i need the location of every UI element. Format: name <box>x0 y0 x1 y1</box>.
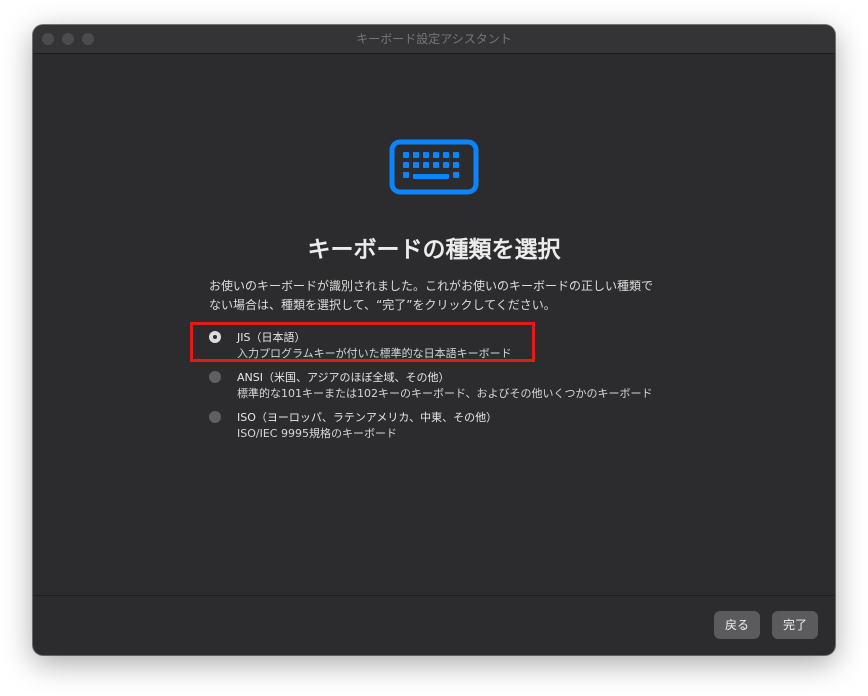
description-line-2: ない場合は、種類を選択して、“完了”をクリックしてください。 <box>209 298 556 312</box>
page-title: キーボードの種類を選択 <box>307 237 561 263</box>
option-iso-description: ISO/IEC 9995規格のキーボード <box>237 427 397 440</box>
title-bar[interactable]: キーボード設定アシスタント <box>33 25 835 54</box>
back-button[interactable]: 戻る <box>714 611 760 639</box>
option-ansi-description: 標準的な101キーまたは102キーのキーボード、およびその他いくつかのキーボード <box>237 387 653 400</box>
window-title: キーボード設定アシスタント <box>356 32 512 46</box>
description-line-1: お使いのキーボードが識別されました。これがお使いのキーボードの正しい種類で <box>209 279 654 293</box>
option-ansi[interactable]: ANSI（米国、アジアのほぼ全域、その他） 標準的な101キーまたは102キーの… <box>207 366 687 402</box>
footer-divider <box>33 595 835 596</box>
option-ansi-label: ANSI（米国、アジアのほぼ全域、その他） <box>237 371 450 384</box>
done-button[interactable]: 完了 <box>772 611 818 639</box>
radio-iso[interactable] <box>209 411 221 423</box>
option-iso-label: ISO（ヨーロッパ、ラテンアメリカ、中東、その他） <box>237 411 498 424</box>
radio-ansi[interactable] <box>209 371 221 383</box>
description: お使いのキーボードが識別されました。これがお使いのキーボードの正しい種類で ない… <box>209 277 679 315</box>
keyboard-icon <box>389 139 479 199</box>
option-iso[interactable]: ISO（ヨーロッパ、ラテンアメリカ、中東、その他） ISO/IEC 9995規格… <box>207 406 687 442</box>
assistant-window: キーボード設定アシスタント キーボードの種類を選択 お使いのキーボードが識別され… <box>33 25 835 655</box>
selection-highlight-box <box>190 322 535 362</box>
